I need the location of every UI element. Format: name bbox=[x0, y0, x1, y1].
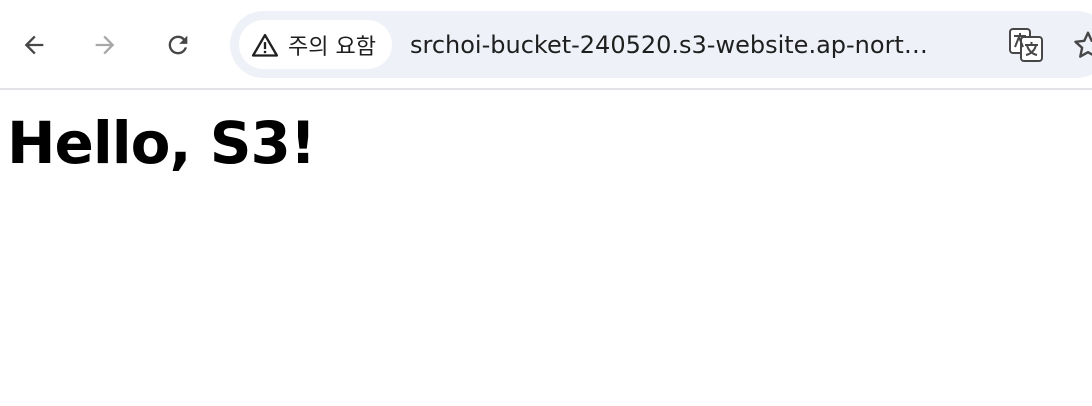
security-status-label: 주의 요함 bbox=[288, 34, 376, 60]
warning-triangle-icon bbox=[251, 33, 279, 57]
back-button[interactable] bbox=[14, 25, 54, 65]
browser-toolbar: 주의 요함 srchoi-bucket-240520.s3-website.ap… bbox=[0, 0, 1092, 90]
page-content: Hello, S3! bbox=[0, 92, 1092, 406]
reload-icon bbox=[168, 35, 188, 55]
star-icon bbox=[1074, 31, 1092, 58]
bookmark-button[interactable] bbox=[1068, 25, 1092, 65]
security-chip[interactable]: 주의 요함 bbox=[239, 20, 392, 69]
address-bar[interactable]: 주의 요함 srchoi-bucket-240520.s3-website.ap… bbox=[230, 11, 1092, 78]
translate-button[interactable] bbox=[1006, 25, 1046, 65]
translate-icon bbox=[1009, 28, 1043, 62]
forward-button[interactable] bbox=[85, 25, 125, 65]
reload-button[interactable] bbox=[158, 25, 198, 65]
page-heading: Hello, S3! bbox=[7, 109, 316, 177]
arrow-left-icon bbox=[24, 35, 44, 55]
url-text[interactable]: srchoi-bucket-240520.s3-website.ap-nort… bbox=[410, 25, 1000, 65]
arrow-right-icon bbox=[95, 35, 115, 55]
